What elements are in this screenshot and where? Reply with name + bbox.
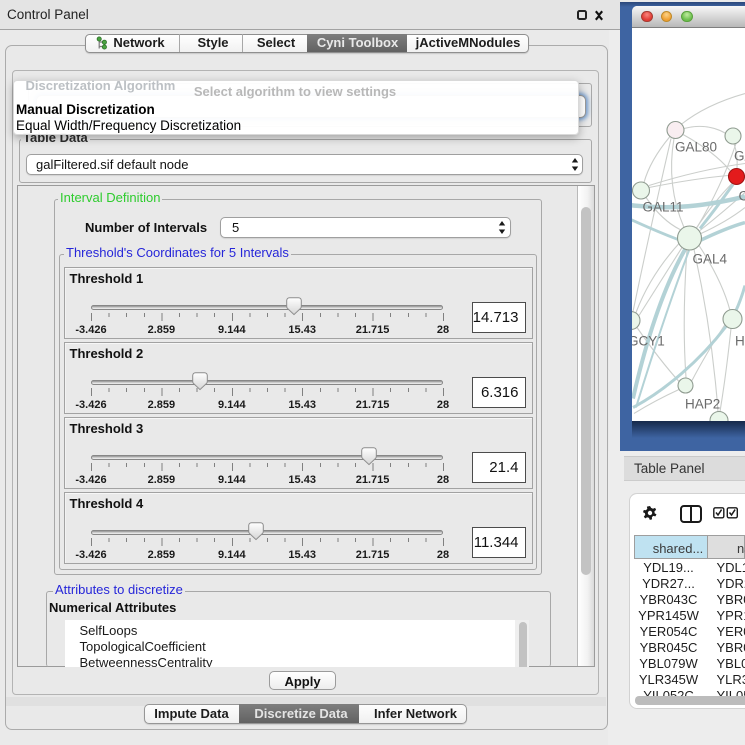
- svg-text:GCY1: GCY1: [632, 333, 665, 348]
- svg-text:GAL80: GAL80: [675, 139, 717, 154]
- svg-text:HAP2: HAP2: [685, 396, 720, 411]
- svg-text:H: H: [735, 333, 745, 348]
- svg-text:C: C: [739, 188, 745, 203]
- svg-text:GAL11: GAL11: [643, 199, 684, 214]
- svg-text:GA: GA: [734, 148, 745, 163]
- svg-text:GAL4: GAL4: [693, 251, 728, 266]
